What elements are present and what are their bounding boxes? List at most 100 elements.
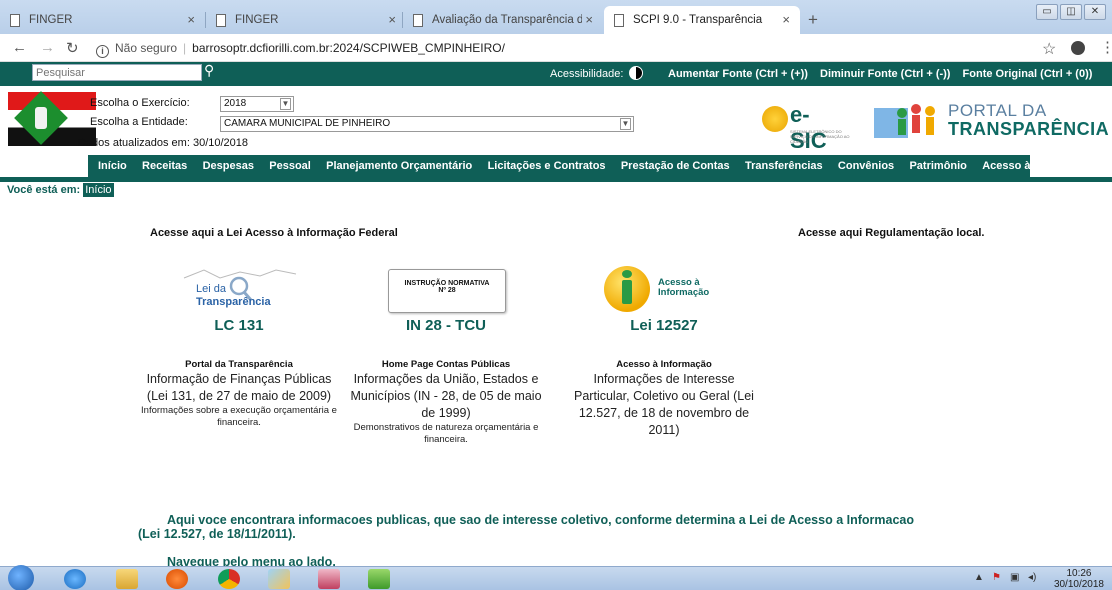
portal-transparencia-logo[interactable]: PORTAL DA TRANSPARÊNCIA bbox=[948, 101, 1109, 139]
url-field[interactable]: i Não seguro | barrosoptr.dcfiorilli.com.br… bbox=[96, 41, 505, 58]
local-regulation-link[interactable]: Acesse aqui Regulamentação local. bbox=[798, 227, 984, 239]
network-icon[interactable]: ▣ bbox=[1010, 572, 1019, 583]
decrease-font-link[interactable]: Diminuir Fonte (Ctrl + (-)) bbox=[820, 68, 950, 80]
contrast-icon[interactable] bbox=[629, 66, 643, 80]
in28-logo[interactable]: INSTRUÇÃO NORMATIVA Nº 28 bbox=[388, 269, 506, 313]
tab-title: Avaliação da Transparência dos bbox=[432, 14, 582, 26]
tray-expand-icon[interactable]: ▲ bbox=[974, 572, 984, 583]
volume-icon[interactable]: ◂) bbox=[1028, 572, 1036, 583]
lei12527-code-link[interactable]: Lei 12527 bbox=[564, 317, 764, 334]
close-window-icon[interactable]: ✕ bbox=[1084, 4, 1106, 20]
flag-crest bbox=[35, 107, 47, 129]
main-menu: Início Receitas Despesas Pessoal Planeja… bbox=[88, 155, 1093, 177]
url-separator: | bbox=[183, 41, 187, 55]
search-input[interactable] bbox=[32, 64, 202, 81]
column-note: Demonstrativos de natureza orçamentária … bbox=[353, 422, 539, 445]
clock[interactable]: 10:26 30/10/2018 bbox=[1054, 568, 1104, 590]
tab-title: SCPI 9.0 - Transparência bbox=[633, 14, 763, 26]
browser-tab[interactable]: FINGER × bbox=[0, 6, 205, 34]
action-center-icon[interactable]: ⚑ bbox=[992, 572, 1001, 583]
new-tab-icon[interactable]: + bbox=[808, 10, 818, 30]
entity-value: CAMARA MUNICIPAL DE PINHEIRO bbox=[224, 118, 391, 129]
document-icon bbox=[10, 13, 20, 27]
lei-transparencia-logo[interactable]: Lei da Transparência bbox=[180, 268, 300, 312]
column-title: Portal da Transparência bbox=[185, 359, 293, 370]
forward-arrow-icon[interactable]: → bbox=[40, 39, 55, 56]
clock-time: 10:26 bbox=[1066, 568, 1092, 579]
media-player-icon[interactable] bbox=[166, 569, 188, 589]
minimize-icon[interactable]: ▭ bbox=[1036, 4, 1058, 20]
browser-tab-active[interactable]: SCPI 9.0 - Transparência × bbox=[604, 6, 800, 34]
column-note: Informações sobre a execução orçamentári… bbox=[141, 405, 337, 428]
acesso-logo-text2: Informação bbox=[658, 287, 710, 298]
original-font-link[interactable]: Fonte Original (Ctrl + (0)) bbox=[963, 68, 1093, 80]
snipping-tool-icon[interactable] bbox=[318, 569, 340, 589]
federal-law-link[interactable]: Acesse aqui a Lei Acesso à Informação Fe… bbox=[150, 227, 398, 239]
info-stem bbox=[622, 280, 632, 304]
menu-item-acesso[interactable]: Acesso à Informação bbox=[982, 160, 1093, 172]
increase-font-link[interactable]: Aumentar Fonte (Ctrl + (+)) bbox=[668, 68, 808, 80]
menu-item-convenios[interactable]: Convênios bbox=[838, 160, 894, 172]
in28-logo-text1: INSTRUÇÃO NORMATIVA bbox=[404, 280, 490, 287]
portal-transparencia-icon bbox=[874, 104, 935, 138]
entity-label: Escolha a Entidade: bbox=[90, 116, 188, 128]
column-description: Informações de Interesse Particular, Col… bbox=[574, 372, 754, 437]
exercise-value: 2018 bbox=[224, 98, 247, 109]
entity-select[interactable]: CAMARA MUNICIPAL DE PINHEIRO ▼ bbox=[220, 116, 634, 132]
account-icon[interactable] bbox=[1071, 41, 1085, 55]
chrome-icon[interactable] bbox=[218, 569, 240, 589]
esic-info-icon bbox=[762, 106, 788, 132]
app-icon[interactable] bbox=[368, 569, 390, 589]
close-tab-icon[interactable]: × bbox=[388, 12, 396, 27]
site-top-bar: ⚲ Acessibilidade: Aumentar Fonte (Ctrl +… bbox=[0, 62, 1112, 86]
close-tab-icon[interactable]: × bbox=[585, 12, 593, 27]
url-text: barrosoptr.dcfiorilli.com.br:2024/SCPIWE… bbox=[192, 41, 505, 55]
info-icon[interactable]: i bbox=[96, 45, 109, 58]
back-arrow-icon[interactable]: ← bbox=[12, 39, 27, 56]
close-tab-icon[interactable]: × bbox=[187, 12, 195, 27]
paint-icon[interactable] bbox=[268, 569, 290, 589]
column-in28: IN 28 - TCU Home Page Contas Públicas In… bbox=[346, 317, 546, 446]
menu-item-transferencias[interactable]: Transferências bbox=[745, 160, 823, 172]
info-dot bbox=[622, 270, 632, 278]
breadcrumb-home-link[interactable]: Início bbox=[83, 183, 114, 197]
menu-item-receitas[interactable]: Receitas bbox=[142, 160, 187, 172]
close-tab-icon[interactable]: × bbox=[782, 12, 790, 27]
breadcrumb: Você está em: Início bbox=[7, 183, 114, 197]
updated-date: Dados atualizados em: 30/10/2018 bbox=[78, 137, 249, 149]
clock-date: 30/10/2018 bbox=[1053, 579, 1104, 590]
menu-divider bbox=[0, 177, 1112, 182]
menu-item-planejamento[interactable]: Planejamento Orçamentário bbox=[326, 160, 472, 172]
column-description: Informação de Finanças Públicas (Lei 131… bbox=[146, 372, 332, 403]
browser-tab[interactable]: Avaliação da Transparência dos × bbox=[403, 6, 603, 34]
exercise-label: Escolha o Exercício: bbox=[90, 97, 190, 109]
menu-kebab-icon[interactable]: ⋮ bbox=[1100, 38, 1112, 56]
column-lc131: LC 131 Portal da Transparência Informaçã… bbox=[139, 317, 339, 429]
menu-item-patrimonio[interactable]: Patrimônio bbox=[909, 160, 966, 172]
maximize-icon[interactable]: ◫ bbox=[1060, 4, 1082, 20]
chevron-down-icon: ▼ bbox=[280, 98, 291, 110]
in28-code-link[interactable]: IN 28 - TCU bbox=[346, 317, 546, 334]
column-title: Home Page Contas Públicas bbox=[381, 359, 511, 370]
menu-item-pessoal[interactable]: Pessoal bbox=[269, 160, 311, 172]
menu-item-inicio[interactable]: Início bbox=[98, 160, 127, 172]
browser-tab[interactable]: FINGER × bbox=[206, 6, 406, 34]
menu-item-despesas[interactable]: Despesas bbox=[203, 160, 254, 172]
exercise-select[interactable]: 2018 ▼ bbox=[220, 96, 294, 112]
column-title: Acesso à Informação bbox=[616, 359, 712, 370]
menu-item-prestacao[interactable]: Prestação de Contas bbox=[621, 160, 730, 172]
document-icon bbox=[413, 13, 423, 27]
address-bar: ← → ↻ i Não seguro | barrosoptr.dcfiorilli.… bbox=[0, 34, 1112, 62]
security-label: Não seguro bbox=[115, 41, 178, 55]
accessibility-label: Acessibilidade: bbox=[550, 68, 624, 80]
menu-item-licitacoes[interactable]: Licitações e Contratos bbox=[488, 160, 606, 172]
portal-line1: PORTAL DA bbox=[948, 101, 1047, 120]
reload-icon[interactable]: ↻ bbox=[66, 39, 79, 57]
lc131-code-link[interactable]: LC 131 bbox=[139, 317, 339, 334]
search-icon[interactable]: ⚲ bbox=[204, 62, 214, 79]
acesso-informacao-logo[interactable]: Acesso à Informação bbox=[604, 266, 724, 314]
internet-explorer-icon[interactable] bbox=[64, 569, 86, 589]
bookmark-star-icon[interactable]: ☆ bbox=[1042, 39, 1056, 59]
start-button[interactable] bbox=[8, 565, 34, 590]
file-explorer-icon[interactable] bbox=[116, 569, 138, 589]
